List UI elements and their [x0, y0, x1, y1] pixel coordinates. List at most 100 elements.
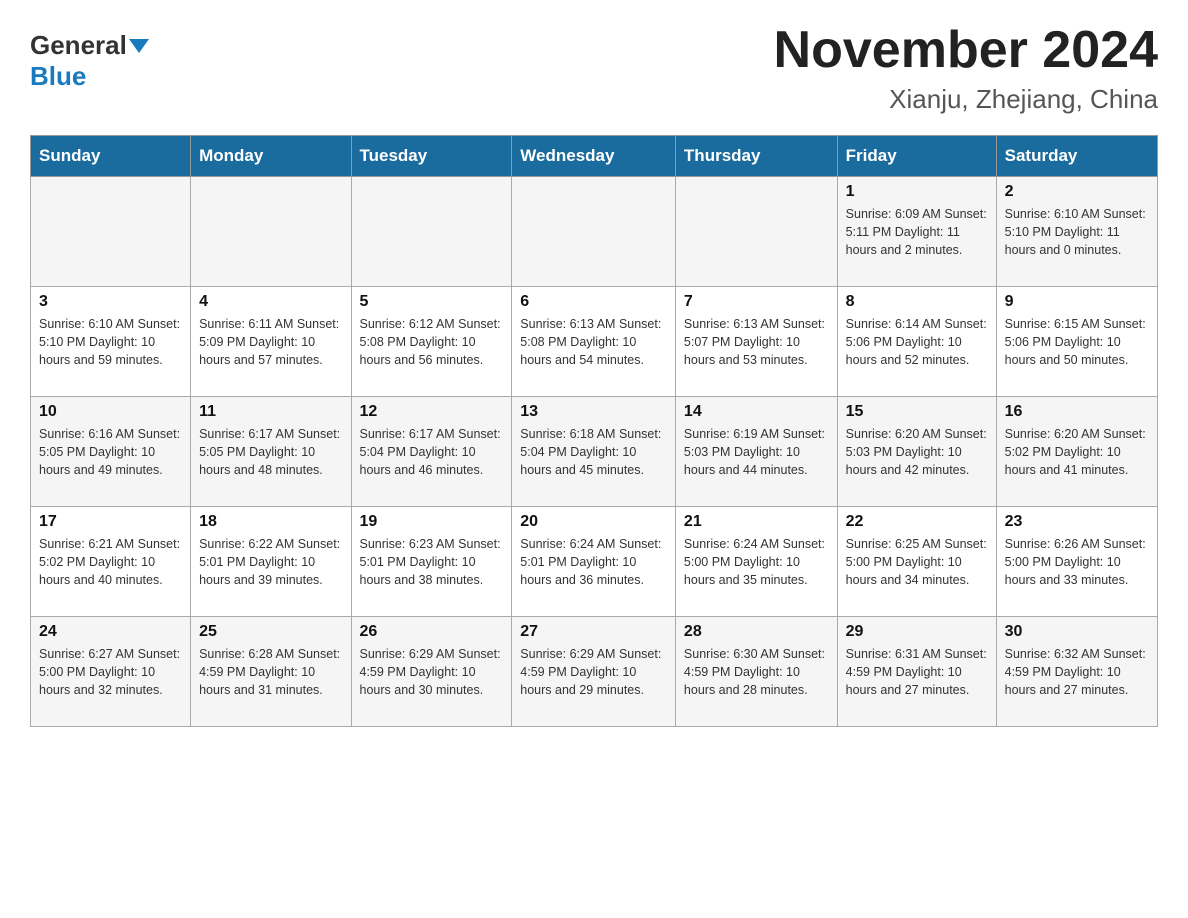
day-info: Sunrise: 6:26 AM Sunset: 5:00 PM Dayligh… — [1005, 535, 1149, 589]
calendar-cell — [351, 177, 512, 287]
calendar-cell: 28 Sunrise: 6:30 AM Sunset: 4:59 PM Dayli… — [675, 617, 837, 727]
day-info: Sunrise: 6:23 AM Sunset: 5:01 PM Dayligh… — [360, 535, 504, 589]
day-info: Sunrise: 6:12 AM Sunset: 5:08 PM Dayligh… — [360, 315, 504, 369]
day-number: 16 — [1005, 403, 1149, 421]
day-number: 14 — [684, 403, 829, 421]
day-info: Sunrise: 6:14 AM Sunset: 5:06 PM Dayligh… — [846, 315, 988, 369]
calendar-cell: 27 Sunrise: 6:29 AM Sunset: 4:59 PM Dayli… — [512, 617, 676, 727]
logo-blue-text: Blue — [30, 61, 86, 91]
day-number: 10 — [39, 403, 182, 421]
weekday-header-sunday: Sunday — [31, 136, 191, 177]
calendar-cell: 1 Sunrise: 6:09 AM Sunset: 5:11 PM Daylig… — [837, 177, 996, 287]
day-number: 12 — [360, 403, 504, 421]
day-number: 23 — [1005, 513, 1149, 531]
day-number: 25 — [199, 623, 342, 641]
day-info: Sunrise: 6:18 AM Sunset: 5:04 PM Dayligh… — [520, 425, 667, 479]
calendar-week-row: 17Sunrise: 6:21 AM Sunset: 5:02 PM Dayli… — [31, 507, 1158, 617]
calendar-cell: 26 Sunrise: 6:29 AM Sunset: 4:59 PM Dayli… — [351, 617, 512, 727]
calendar-cell: 12 Sunrise: 6:17 AM Sunset: 5:04 PM Dayli… — [351, 397, 512, 507]
calendar-cell — [31, 177, 191, 287]
day-number: 18 — [199, 513, 342, 531]
day-number: 17 — [39, 513, 182, 531]
day-info: Sunrise: 6:29 AM Sunset: 4:59 PM Dayligh… — [360, 645, 504, 699]
calendar-cell: 10 Sunrise: 6:16 AM Sunset: 5:05 PM Dayli… — [31, 397, 191, 507]
day-info: Sunrise: 6:24 AM Sunset: 5:00 PM Dayligh… — [684, 535, 829, 589]
calendar-week-row: 24 Sunrise: 6:27 AM Sunset: 5:00 PM Dayli… — [31, 617, 1158, 727]
calendar-cell: 17Sunrise: 6:21 AM Sunset: 5:02 PM Dayli… — [31, 507, 191, 617]
calendar-cell: 13 Sunrise: 6:18 AM Sunset: 5:04 PM Dayli… — [512, 397, 676, 507]
calendar-cell: 8 Sunrise: 6:14 AM Sunset: 5:06 PM Daylig… — [837, 287, 996, 397]
calendar-week-row: 10 Sunrise: 6:16 AM Sunset: 5:05 PM Dayli… — [31, 397, 1158, 507]
calendar-cell: 3 Sunrise: 6:10 AM Sunset: 5:10 PM Daylig… — [31, 287, 191, 397]
title-area: November 2024 Xianju, Zhejiang, China — [774, 20, 1158, 115]
day-info: Sunrise: 6:20 AM Sunset: 5:03 PM Dayligh… — [846, 425, 988, 479]
day-number: 6 — [520, 293, 667, 311]
logo: General Blue — [30, 20, 149, 92]
calendar-cell: 5 Sunrise: 6:12 AM Sunset: 5:08 PM Daylig… — [351, 287, 512, 397]
calendar-table: SundayMondayTuesdayWednesdayThursdayFrid… — [30, 135, 1158, 727]
day-info: Sunrise: 6:25 AM Sunset: 5:00 PM Dayligh… — [846, 535, 988, 589]
day-number: 4 — [199, 293, 342, 311]
calendar-cell — [675, 177, 837, 287]
day-info: Sunrise: 6:16 AM Sunset: 5:05 PM Dayligh… — [39, 425, 182, 479]
day-info: Sunrise: 6:13 AM Sunset: 5:07 PM Dayligh… — [684, 315, 829, 369]
logo-triangle-icon — [129, 39, 149, 53]
calendar-cell: 21 Sunrise: 6:24 AM Sunset: 5:00 PM Dayli… — [675, 507, 837, 617]
day-info: Sunrise: 6:27 AM Sunset: 5:00 PM Dayligh… — [39, 645, 182, 699]
day-number: 21 — [684, 513, 829, 531]
calendar-cell: 2 Sunrise: 6:10 AM Sunset: 5:10 PM Daylig… — [996, 177, 1157, 287]
day-info: Sunrise: 6:28 AM Sunset: 4:59 PM Dayligh… — [199, 645, 342, 699]
day-info: Sunrise: 6:24 AM Sunset: 5:01 PM Dayligh… — [520, 535, 667, 589]
day-info: Sunrise: 6:10 AM Sunset: 5:10 PM Dayligh… — [1005, 205, 1149, 259]
day-number: 24 — [39, 623, 182, 641]
calendar-cell: 15Sunrise: 6:20 AM Sunset: 5:03 PM Dayli… — [837, 397, 996, 507]
day-number: 9 — [1005, 293, 1149, 311]
day-number: 8 — [846, 293, 988, 311]
calendar-week-row: 1 Sunrise: 6:09 AM Sunset: 5:11 PM Daylig… — [31, 177, 1158, 287]
day-info: Sunrise: 6:32 AM Sunset: 4:59 PM Dayligh… — [1005, 645, 1149, 699]
day-number: 29 — [846, 623, 988, 641]
day-number: 28 — [684, 623, 829, 641]
calendar-cell: 25 Sunrise: 6:28 AM Sunset: 4:59 PM Dayli… — [191, 617, 351, 727]
calendar-cell: 7 Sunrise: 6:13 AM Sunset: 5:07 PM Daylig… — [675, 287, 837, 397]
calendar-cell: 18 Sunrise: 6:22 AM Sunset: 5:01 PM Dayli… — [191, 507, 351, 617]
day-number: 20 — [520, 513, 667, 531]
calendar-cell: 6Sunrise: 6:13 AM Sunset: 5:08 PM Daylig… — [512, 287, 676, 397]
weekday-header-thursday: Thursday — [675, 136, 837, 177]
day-number: 1 — [846, 183, 988, 201]
day-info: Sunrise: 6:17 AM Sunset: 5:04 PM Dayligh… — [360, 425, 504, 479]
weekday-header-monday: Monday — [191, 136, 351, 177]
calendar-cell: 9 Sunrise: 6:15 AM Sunset: 5:06 PM Daylig… — [996, 287, 1157, 397]
day-info: Sunrise: 6:11 AM Sunset: 5:09 PM Dayligh… — [199, 315, 342, 369]
calendar-cell: 29Sunrise: 6:31 AM Sunset: 4:59 PM Dayli… — [837, 617, 996, 727]
day-info: Sunrise: 6:29 AM Sunset: 4:59 PM Dayligh… — [520, 645, 667, 699]
day-info: Sunrise: 6:30 AM Sunset: 4:59 PM Dayligh… — [684, 645, 829, 699]
day-number: 26 — [360, 623, 504, 641]
calendar-week-row: 3 Sunrise: 6:10 AM Sunset: 5:10 PM Daylig… — [31, 287, 1158, 397]
day-info: Sunrise: 6:10 AM Sunset: 5:10 PM Dayligh… — [39, 315, 182, 369]
day-info: Sunrise: 6:20 AM Sunset: 5:02 PM Dayligh… — [1005, 425, 1149, 479]
day-number: 3 — [39, 293, 182, 311]
calendar-cell: 14 Sunrise: 6:19 AM Sunset: 5:03 PM Dayli… — [675, 397, 837, 507]
calendar-cell: 16 Sunrise: 6:20 AM Sunset: 5:02 PM Dayli… — [996, 397, 1157, 507]
calendar-cell: 20 Sunrise: 6:24 AM Sunset: 5:01 PM Dayli… — [512, 507, 676, 617]
calendar-cell: 19Sunrise: 6:23 AM Sunset: 5:01 PM Dayli… — [351, 507, 512, 617]
day-number: 7 — [684, 293, 829, 311]
day-info: Sunrise: 6:09 AM Sunset: 5:11 PM Dayligh… — [846, 205, 988, 259]
day-number: 27 — [520, 623, 667, 641]
day-number: 11 — [199, 403, 342, 421]
month-title: November 2024 — [774, 20, 1158, 80]
weekday-header-tuesday: Tuesday — [351, 136, 512, 177]
day-number: 2 — [1005, 183, 1149, 201]
calendar-cell: 22Sunrise: 6:25 AM Sunset: 5:00 PM Dayli… — [837, 507, 996, 617]
day-info: Sunrise: 6:19 AM Sunset: 5:03 PM Dayligh… — [684, 425, 829, 479]
calendar-cell: 11 Sunrise: 6:17 AM Sunset: 5:05 PM Dayli… — [191, 397, 351, 507]
day-info: Sunrise: 6:17 AM Sunset: 5:05 PM Dayligh… — [199, 425, 342, 479]
day-number: 13 — [520, 403, 667, 421]
day-info: Sunrise: 6:22 AM Sunset: 5:01 PM Dayligh… — [199, 535, 342, 589]
day-info: Sunrise: 6:15 AM Sunset: 5:06 PM Dayligh… — [1005, 315, 1149, 369]
day-number: 5 — [360, 293, 504, 311]
calendar-cell — [191, 177, 351, 287]
logo-general-text: General — [30, 30, 127, 61]
calendar-cell: 24 Sunrise: 6:27 AM Sunset: 5:00 PM Dayli… — [31, 617, 191, 727]
